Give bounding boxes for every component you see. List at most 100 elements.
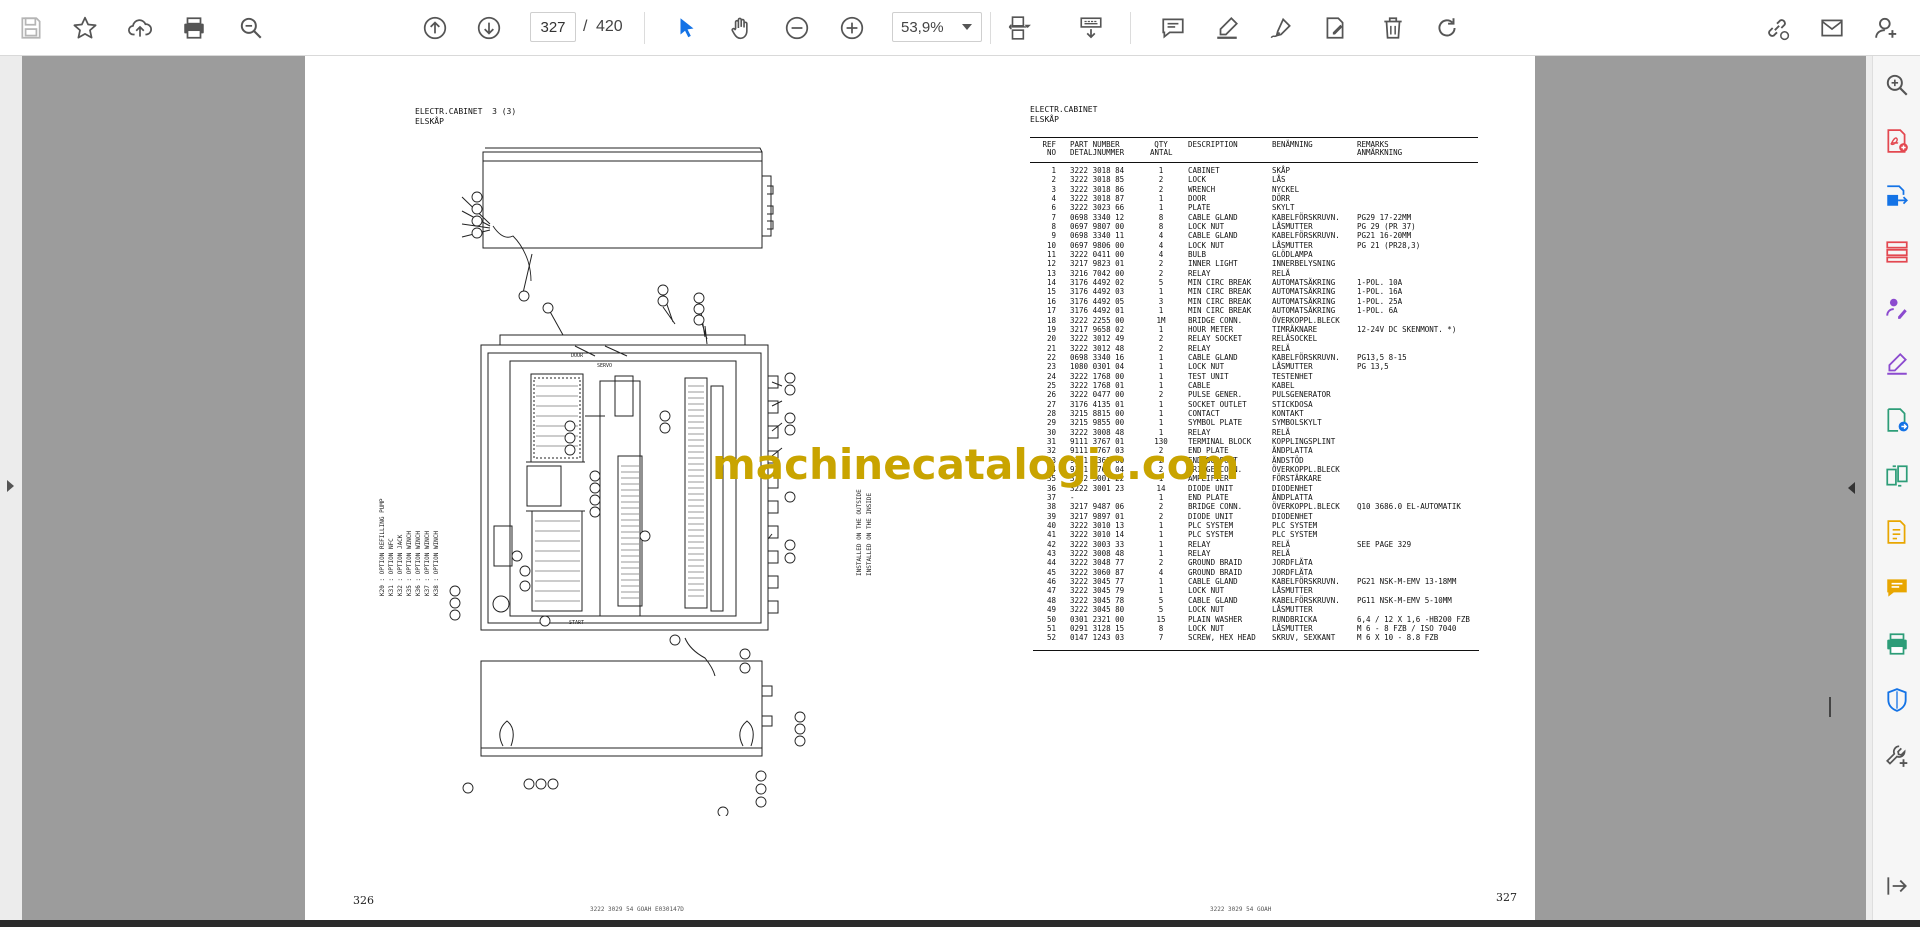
upload-cloud-icon[interactable] (123, 11, 157, 45)
header-part-number: PART NUMBER DETALJNUMMER (1070, 140, 1125, 157)
email-icon[interactable] (1815, 11, 1849, 45)
request-signature-icon[interactable] (1882, 293, 1912, 323)
part-number-cell: 3176 4492 02 (1070, 278, 1125, 288)
header-ref: REF NO (1042, 140, 1056, 157)
zoom-in-icon[interactable] (835, 11, 869, 45)
print-icon[interactable] (177, 11, 211, 45)
right-title-line-2: ELSKÅP (1030, 115, 1059, 124)
ref-cell: 24 (1046, 371, 1056, 381)
description-cell: CABLE (1188, 380, 1211, 390)
description-cell: BULB (1188, 250, 1207, 260)
benamning-cell: ÖVERKOPPL.BLECK (1272, 502, 1340, 512)
description-cell: MIN CIRC BREAK (1188, 287, 1252, 297)
table-row: 41 3222 3010 14 1 PLC SYSTEM PLC SYSTEM (1030, 530, 1478, 539)
protect-shield-icon[interactable] (1882, 685, 1912, 715)
ref-cell: 12 (1046, 259, 1056, 269)
add-user-icon[interactable] (1870, 11, 1904, 45)
header-qty: QTY ANTAL (1150, 140, 1173, 157)
benamning-cell: STICKDOSA (1272, 399, 1313, 409)
description-cell: RELAY SOCKET (1188, 334, 1243, 344)
remarks-cell: PG21 16-20MM (1357, 231, 1412, 241)
benamning-cell: PLC SYSTEM (1272, 521, 1318, 531)
zoom-out-icon[interactable] (780, 11, 814, 45)
benamning-cell: SKÅP (1272, 166, 1291, 175)
part-number-cell: 3176 4492 05 (1070, 296, 1125, 306)
scrollbar-thumb[interactable] (1829, 697, 1831, 717)
qty-cell: 1 (1158, 427, 1164, 437)
bookmark-star-icon[interactable] (68, 11, 102, 45)
benamning-cell: KABELFÖRSKRUVN. (1272, 577, 1340, 587)
remarks-cell: 1-POL. 6A (1357, 306, 1398, 316)
compare-files-icon[interactable] (1882, 461, 1912, 491)
organize-pages-icon[interactable] (1882, 237, 1912, 267)
left-panel-toggle[interactable] (0, 56, 22, 920)
qty-cell: 1 (1158, 194, 1164, 204)
print-production-icon[interactable] (1882, 629, 1912, 659)
fit-page-icon[interactable] (1002, 11, 1036, 45)
part-number-cell: 3217 9658 02 (1070, 324, 1125, 334)
collapse-right-panel-icon[interactable] (1848, 482, 1855, 494)
benamning-cell: ÄNDPLATTA (1272, 493, 1313, 503)
qty-cell: 4 (1158, 231, 1164, 241)
share-link-icon[interactable] (1760, 11, 1794, 45)
description-cell: RELAY (1188, 343, 1211, 353)
benamning-cell: DIODENHET (1272, 511, 1313, 521)
page-number-input[interactable]: 327 (530, 12, 576, 42)
qty-cell: 1 (1158, 586, 1164, 596)
svg-text:K31 : OPTION NFC: K31 : OPTION NFC (388, 538, 395, 596)
qty-cell: 2 (1158, 390, 1164, 400)
search-zoom-icon[interactable] (234, 11, 268, 45)
table-row: 12 3217 9823 01 2 INNER LIGHT INNERBELYSNING (1030, 259, 1478, 268)
next-page-icon[interactable] (472, 11, 506, 45)
parts-table-body: 1 3222 3018 84 1 CABINET SKÅP 2 3222 3018 85 2 L… (1030, 163, 1478, 643)
part-number-cell: 3222 3012 49 (1070, 334, 1125, 344)
header-benamning: BENÄMNING (1272, 140, 1313, 149)
zoom-search-icon[interactable] (1882, 70, 1912, 100)
part-number-cell: 3222 3060 87 (1070, 567, 1125, 577)
benamning-cell: RELÄ (1272, 343, 1291, 353)
table-row: 17 3176 4492 01 1 MIN CIRC BREAK AUTOMATSÄKR… (1030, 306, 1478, 315)
highlight-pen-icon[interactable] (1210, 11, 1244, 45)
rotate-icon[interactable] (1430, 11, 1464, 45)
draw-signature-icon[interactable] (1264, 11, 1298, 45)
qty-cell: 1 (1158, 362, 1164, 372)
edit-pdf-icon[interactable] (1882, 517, 1912, 547)
scroll-mode-icon[interactable] (1074, 11, 1108, 45)
description-cell: CABINET (1188, 166, 1220, 175)
part-number-cell: 0291 3128 15 (1070, 623, 1125, 633)
qty-cell: 8 (1158, 623, 1164, 633)
remarks-cell: PG 29 (PR 37) (1357, 222, 1416, 232)
description-cell: PULSE GENER. (1188, 390, 1243, 400)
select-cursor-icon[interactable] (670, 11, 704, 45)
save-icon[interactable] (14, 11, 48, 45)
table-row: 8 0697 9807 00 8 LOCK NUT LÅSMUTTER PG 29 (PR… (1030, 222, 1478, 231)
create-pdf-icon[interactable] (1882, 126, 1912, 156)
qty-cell: 1 (1158, 408, 1164, 418)
hand-tool-icon[interactable] (724, 11, 758, 45)
fill-sign-icon[interactable] (1318, 11, 1352, 45)
comment-tool-icon[interactable] (1882, 573, 1912, 603)
more-tools-icon[interactable] (1882, 741, 1912, 771)
table-row: 45 3222 3060 87 4 GROUND BRAID JORDFLÄTA (1030, 568, 1478, 577)
ref-cell: 52 (1046, 633, 1056, 643)
send-for-review-icon[interactable] (1882, 405, 1912, 435)
expand-left-panel-icon[interactable] (7, 480, 14, 492)
qty-cell: 1 (1158, 371, 1164, 381)
collapse-sidebar-icon[interactable] (1882, 871, 1912, 901)
benamning-cell: DÖRR (1272, 194, 1291, 204)
part-number-cell: 3222 3012 48 (1070, 343, 1125, 353)
export-pdf-icon[interactable] (1882, 181, 1912, 211)
delete-trash-icon[interactable] (1376, 11, 1410, 45)
table-row: 18 3222 2255 00 1M BRIDGE CONN. ÖVERKOPPL.BL… (1030, 316, 1478, 325)
fill-and-sign-icon[interactable] (1882, 349, 1912, 379)
description-cell: RELAY (1188, 549, 1211, 559)
comment-icon[interactable] (1156, 11, 1190, 45)
previous-page-icon[interactable] (418, 11, 452, 45)
qty-cell: 8 (1158, 222, 1164, 232)
ref-cell: 38 (1046, 502, 1056, 512)
chevron-down-icon[interactable] (962, 24, 972, 30)
part-number-cell: 0698 3340 16 (1070, 352, 1125, 362)
description-cell: PLAIN WASHER (1188, 614, 1243, 624)
qty-cell: 1 (1158, 530, 1164, 540)
part-number-cell: 3222 3045 80 (1070, 605, 1125, 615)
